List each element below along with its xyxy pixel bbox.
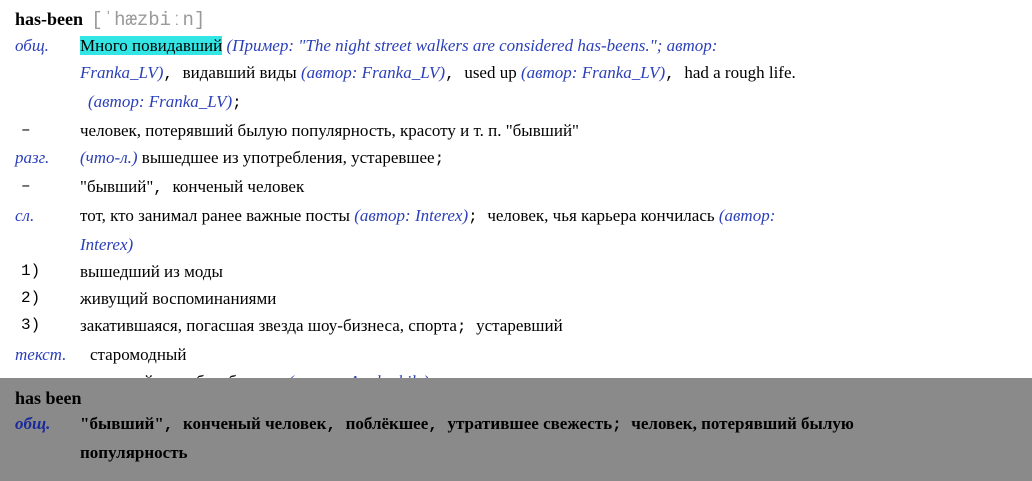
sense-numbered: 2) живущий воспоминаниями — [15, 285, 1022, 312]
translation[interactable]: "бывший" — [80, 177, 153, 196]
phrase-sense: общ. "бывший", конченый человек, поблёкш… — [15, 410, 1012, 439]
phrase-headword[interactable]: has been — [15, 386, 1012, 410]
separator: , — [163, 416, 183, 434]
translation[interactable]: видавший виды — [183, 63, 301, 82]
separator: ; — [232, 94, 242, 112]
sense-number: 3) — [21, 316, 41, 334]
translation[interactable]: человек, чья карьера кончилась — [487, 206, 719, 225]
translation[interactable]: вышедшее из употребления, устаревшее — [138, 148, 435, 167]
translation[interactable]: "бывший" — [80, 414, 164, 433]
sense-slang: сл. тот, кто занимал ранее важные посты … — [15, 202, 1022, 231]
author-note[interactable]: Interex) — [80, 231, 1022, 258]
phrase-overlay-panel: has been общ. "бывший", конченый человек… — [0, 378, 1032, 481]
author-note[interactable]: (автор: Franka_LV) — [88, 92, 232, 111]
sense-numbered: 1) вышедший из моды — [15, 258, 1022, 285]
sense-slang-cont: Interex) — [15, 231, 1022, 258]
sense-dash: – "бывший", конченый человек — [15, 173, 1022, 202]
sense-label: – — [21, 121, 31, 139]
translation[interactable]: вышедший из моды — [80, 258, 1022, 285]
separator: ; — [468, 208, 488, 226]
translation[interactable]: тот, кто занимал ранее важные посты — [80, 206, 354, 225]
sense-label[interactable]: общ. — [15, 410, 80, 439]
translation[interactable]: had a rough life. — [684, 63, 795, 82]
separator: , — [665, 65, 685, 83]
sense-label: – — [21, 177, 31, 195]
sense-number: 1) — [21, 262, 41, 280]
separator: , — [163, 65, 183, 83]
sense-body: Много повидавший (Пример: "The night str… — [80, 32, 1022, 59]
example-note: (Пример: "The night street walkers are c… — [222, 36, 718, 55]
author-note[interactable]: (автор: — [719, 206, 775, 225]
sense-label[interactable]: общ. — [15, 32, 80, 59]
translation[interactable]: популярность — [80, 439, 1012, 466]
separator: , — [326, 416, 346, 434]
translation-highlighted[interactable]: Много повидавший — [80, 36, 223, 55]
sense-general-cont: Franka_LV), видавший виды (автор: Franka… — [15, 59, 1022, 88]
usage-note: (что-л.) — [80, 148, 138, 167]
phrase-sense-cont: популярность — [15, 439, 1012, 466]
headword-line: has-been [ˈhæzbiːn] — [15, 6, 1022, 32]
headword[interactable]: has-been — [15, 9, 83, 29]
separator: , — [428, 416, 448, 434]
translation[interactable]: конченый человек — [172, 177, 304, 196]
separator: ; — [456, 318, 477, 336]
translation[interactable]: поблёкшее — [346, 414, 429, 433]
separator: ; — [612, 416, 632, 434]
separator: , — [153, 179, 173, 197]
sense-label[interactable]: разг. — [15, 144, 80, 173]
sense-colloquial: разг. (что-л.) вышедшее из употребления,… — [15, 144, 1022, 173]
sense-dash: – человек, потерявший былую популярность… — [15, 117, 1022, 144]
author-note[interactable]: (автор: Franka_LV) — [301, 63, 445, 82]
separator: , — [445, 65, 465, 83]
transcription: [ˈhæzbiːn] — [91, 9, 206, 31]
translation[interactable]: человек, потерявший былую популярность, … — [80, 117, 1022, 144]
sense-label[interactable]: текст. — [15, 341, 90, 368]
author-note[interactable]: (автор: Interex) — [354, 206, 468, 225]
separator: ; — [434, 150, 445, 168]
translation[interactable]: used up — [464, 63, 521, 82]
dictionary-entry: has-been [ˈhæzbiːn] общ. Много повидавши… — [15, 6, 1022, 395]
sense-numbered: 3) закатившаяся, погасшая звезда шоу-биз… — [15, 312, 1022, 341]
sense-label[interactable]: сл. — [15, 202, 80, 231]
translation[interactable]: живущий воспоминаниями — [80, 285, 1022, 312]
sense-number: 2) — [21, 289, 41, 307]
author-note[interactable]: (автор: Franka_LV) — [521, 63, 665, 82]
sense-general: общ. Много повидавший (Пример: "The nigh… — [15, 32, 1022, 59]
sense-general-cont2: (автор: Franka_LV); — [15, 88, 1022, 117]
translation[interactable]: старомодный — [90, 341, 1022, 368]
translation[interactable]: устаревший — [476, 316, 563, 335]
translation[interactable]: конченый человек — [183, 414, 326, 433]
translation[interactable]: человек, потерявший былую — [631, 414, 854, 433]
sense-textile: текст. старомодный — [15, 341, 1022, 368]
translation[interactable]: закатившаяся, погасшая звезда шоу-бизнес… — [80, 316, 457, 335]
translation[interactable]: утратившее свежесть — [447, 414, 612, 433]
author-note[interactable]: Franka_LV) — [80, 63, 163, 82]
